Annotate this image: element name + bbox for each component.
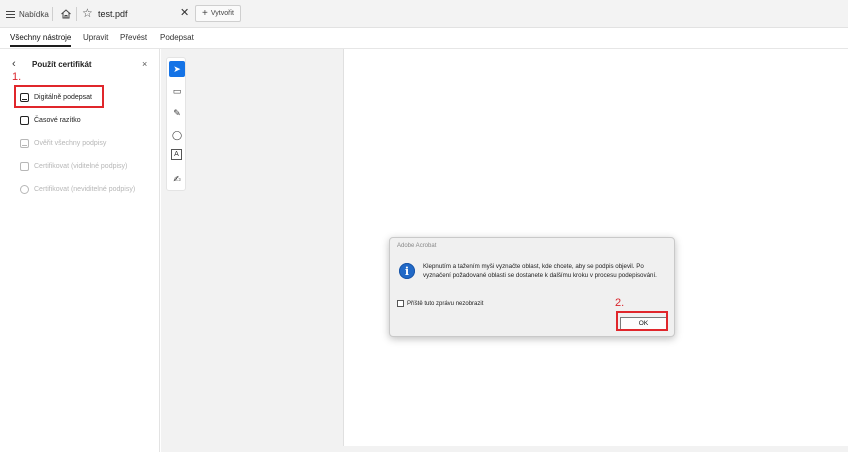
close-tab-icon[interactable]: ✕ (180, 7, 189, 19)
tool-tabs: Všechny nástroje Upravit Převést Podepsa… (0, 28, 848, 48)
dialog-message: Klepnutím a tažením myši vyznačte oblast… (423, 263, 657, 279)
certify-visible-icon (20, 161, 29, 171)
draw-tool-icon[interactable]: ✎ (169, 105, 185, 121)
back-icon[interactable]: ‹ (12, 59, 16, 70)
canvas-bottom (161, 446, 848, 452)
panel-item-timestamp[interactable]: Časové razítko (20, 114, 81, 126)
new-tab-button[interactable]: + Vytvořit (195, 5, 241, 22)
select-tool-icon[interactable]: ➤ (169, 61, 185, 77)
tab-convert[interactable]: Převést (120, 33, 147, 42)
panel-title: Použít certifikát (32, 60, 92, 69)
annotation-step-1: 1. (12, 71, 22, 83)
tab-bar: Nabídka ☆ test.pdf ✕ + Vytvořit (0, 0, 848, 28)
lasso-tool-icon[interactable]: ◯ (169, 127, 185, 143)
certificate-panel: ‹ Použít certifikát × Digitálně podepsat… (0, 49, 160, 452)
panel-item-label: Ověřit všechny podpisy (34, 139, 107, 147)
star-icon[interactable]: ☆ (82, 7, 93, 19)
text-tool-icon[interactable]: A (171, 149, 182, 160)
verify-signatures-icon (20, 138, 29, 148)
panel-item-certify-invisible: Certifikovat (neviditelné podpisy) (20, 183, 135, 195)
certify-invisible-icon (20, 184, 29, 194)
document-tab[interactable]: test.pdf (98, 9, 128, 19)
tab-all-tools[interactable]: Všechny nástroje (10, 33, 72, 47)
dont-show-again-option[interactable]: Příště tuto zprávu nezobrazit (397, 300, 483, 307)
hamburger-icon (6, 10, 15, 18)
menu-label: Nabídka (19, 9, 49, 19)
panel-item-verify-signatures: Ověřit všechny podpisy (20, 137, 106, 149)
panel-item-label: Časové razítko (34, 116, 81, 124)
annotation-highlight-1 (14, 85, 104, 108)
close-panel-icon[interactable]: × (142, 59, 147, 69)
divider (52, 7, 53, 21)
annotation-step-2: 2. (615, 297, 625, 309)
menu-button[interactable]: Nabídka (6, 7, 49, 21)
annotation-highlight-2 (616, 311, 668, 331)
tab-edit[interactable]: Upravit (83, 33, 108, 42)
sign-tool-icon[interactable]: ✍ (169, 171, 185, 187)
home-icon[interactable] (60, 8, 72, 20)
divider (76, 7, 77, 21)
quick-tools-bar: ➤ ▭ ✎ ◯ A ✍ (166, 57, 186, 191)
panel-item-certify-visible: Certifikovat (viditelné podpisy) (20, 160, 127, 172)
checkbox-label: Příště tuto zprávu nezobrazit (407, 300, 484, 307)
plus-icon: + (202, 8, 208, 19)
info-icon: i (399, 263, 415, 279)
tab-sign[interactable]: Podepsat (160, 33, 194, 42)
panel-item-label: Certifikovat (viditelné podpisy) (34, 162, 128, 170)
panel-item-label: Certifikovat (neviditelné podpisy) (34, 185, 136, 193)
new-tab-label: Vytvořit (210, 10, 234, 17)
canvas-background (161, 49, 343, 446)
dialog-title: Adobe Acrobat (397, 243, 437, 249)
comment-tool-icon[interactable]: ▭ (169, 83, 185, 99)
dont-show-again-checkbox[interactable] (397, 300, 404, 307)
timestamp-icon (20, 115, 29, 125)
